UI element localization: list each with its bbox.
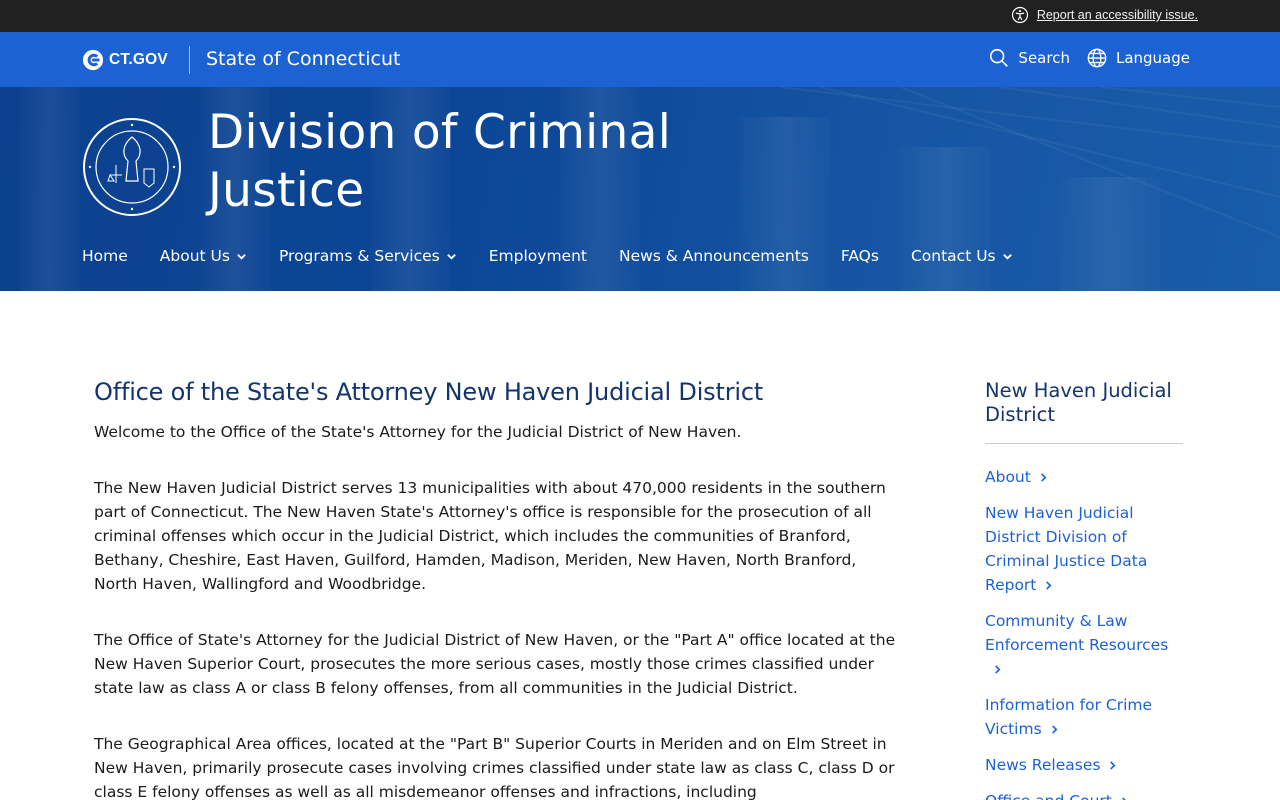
chevron-down-icon: [237, 253, 246, 260]
nav-item-label: News & Announcements: [618, 247, 809, 265]
body-paragraph: The New Haven Judicial District serves 1…: [94, 479, 886, 593]
sidebar-item: New Haven Judicial District Division of …: [985, 501, 1183, 597]
sidebar-title: New Haven Judicial District: [985, 379, 1183, 444]
ctgov-logo-icon: [82, 49, 104, 71]
page-title: Office of the State's Attorney New Haven…: [94, 378, 764, 406]
nav-item-label: FAQs: [840, 247, 879, 265]
sidebar-link-label: About: [985, 468, 1031, 486]
sidebar-item: Office and Court: [985, 789, 1183, 800]
chevron-right-icon: [1046, 581, 1052, 590]
sidebar-link-label: Community & Law Enforcement Resources: [985, 612, 1169, 654]
accessibility-icon: [1011, 6, 1028, 24]
sidebar-link[interactable]: Office and Court: [985, 792, 1129, 800]
sidebar-link[interactable]: About: [985, 468, 1048, 486]
sidebar-item: News Releases: [985, 753, 1183, 777]
language-button[interactable]: Language: [1086, 47, 1190, 69]
nav-item-home[interactable]: Home: [82, 247, 128, 265]
body-paragraph: The Office of State's Attorney for the J…: [94, 631, 896, 697]
sidebar-list: About New Haven Judicial District Divisio…: [985, 465, 1183, 800]
main-nav: Home About Us Programs & Services Employmen…: [82, 247, 1013, 265]
chevron-right-icon: [995, 665, 1001, 674]
sidebar-link-label: News Releases: [985, 756, 1101, 774]
sidebar-item: Information for Crime Victims: [985, 693, 1183, 741]
nav-item-employment[interactable]: Employment: [489, 247, 587, 265]
nav-item-label: Home: [82, 247, 128, 265]
nav-item-news-announcements[interactable]: News & Announcements: [619, 247, 809, 265]
body-paragraph: The Geographical Area offices, located a…: [94, 735, 895, 800]
sidebar-item: About: [985, 465, 1183, 489]
ctgov-logo[interactable]: CT.GOV: [82, 49, 168, 71]
search-label: Search: [1018, 49, 1070, 67]
sidebar: New Haven Judicial District About New Hav…: [985, 379, 1183, 800]
nav-item-label: Contact Us: [910, 247, 996, 265]
accessibility-report[interactable]: Report an accessibility issue.: [1011, 6, 1198, 24]
search-icon: [990, 48, 1009, 67]
nav-item-label: About Us: [159, 247, 230, 265]
accessibility-link[interactable]: Report an accessibility issue.: [1037, 8, 1198, 22]
body-paragraph: Welcome to the Office of the State's Att…: [94, 423, 742, 441]
chevron-right-icon: [1051, 725, 1058, 734]
sidebar-item: Community & Law Enforcement Resources: [985, 609, 1183, 681]
sidebar-link[interactable]: Information for Crime Victims: [985, 696, 1152, 738]
chevron-down-icon: [446, 253, 456, 260]
ctgov-bar: CT.GOV State of Connecticut Search Langu…: [0, 32, 1280, 87]
ctgov-logo-text: CT.GOV: [109, 51, 168, 68]
utility-bar: Report an accessibility issue.: [0, 0, 1280, 32]
agency-header: Division of Criminal Justice Home About U…: [0, 87, 1280, 291]
nav-item-label: Employment: [488, 247, 587, 265]
sidebar-link-label: New Haven Judicial District Division of …: [985, 504, 1148, 594]
sidebar-link-label: Office and Court: [985, 792, 1112, 800]
language-label: Language: [1115, 49, 1190, 67]
agency-name[interactable]: Division of Criminal Justice: [208, 104, 768, 220]
seal-icon: [83, 118, 181, 216]
nav-item-about-us[interactable]: About Us: [160, 247, 247, 265]
sidebar-link-label: Information for Crime Victims: [985, 696, 1153, 738]
nav-item-label: Programs & Services: [278, 247, 440, 265]
chevron-right-icon: [1040, 473, 1047, 482]
sidebar-link[interactable]: News Releases: [985, 756, 1117, 774]
state-name-link[interactable]: State of Connecticut: [206, 48, 400, 70]
ctbar-actions: Search Language: [988, 47, 1190, 69]
sidebar-link[interactable]: New Haven Judicial District Division of …: [985, 504, 1147, 594]
chevron-right-icon: [1110, 761, 1116, 770]
nav-item-contact-us[interactable]: Contact Us: [911, 247, 1013, 265]
search-button[interactable]: Search: [988, 47, 1070, 69]
globe-icon: [1087, 48, 1107, 68]
nav-item-faqs[interactable]: FAQs: [841, 247, 879, 265]
chevron-down-icon: [1002, 253, 1012, 260]
nav-item-programs-services[interactable]: Programs & Services: [279, 247, 457, 265]
ctbar-divider: [189, 46, 190, 74]
main-content: Office of the State's Attorney New Haven…: [94, 374, 904, 800]
sidebar-link[interactable]: Community & Law Enforcement Resources: [985, 612, 1168, 678]
